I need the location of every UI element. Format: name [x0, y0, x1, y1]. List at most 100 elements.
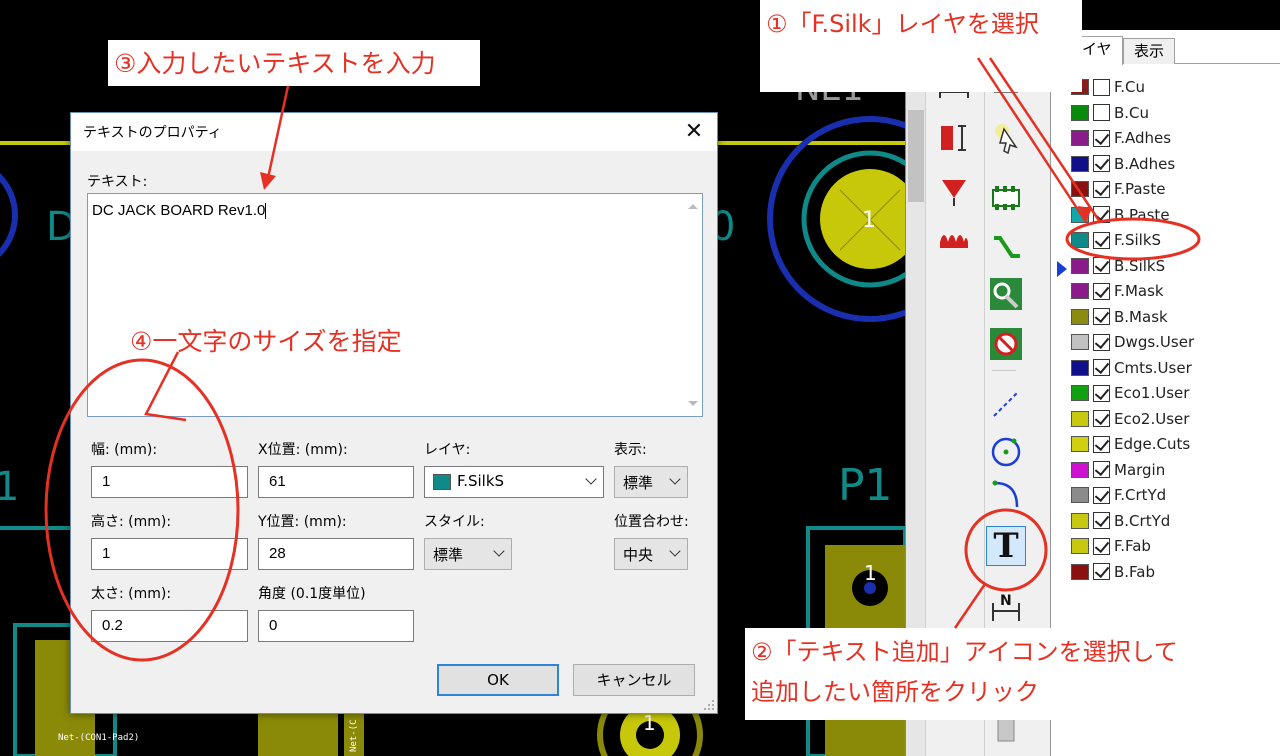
microwave-icon[interactable]	[936, 220, 972, 256]
layer-row[interactable]: B.Cu	[1071, 102, 1271, 124]
layer-visibility-checkbox[interactable]	[1093, 104, 1110, 121]
layer-color-swatch[interactable]	[1071, 283, 1089, 299]
dialog-titlebar[interactable]: テキストのプロパティ ✕	[71, 113, 717, 151]
layer-row[interactable]: Cmts.User	[1071, 357, 1271, 379]
layer-name: B.Cu	[1114, 103, 1150, 122]
layer-row[interactable]: F.CrtYd	[1071, 484, 1271, 506]
layer-visibility-checkbox[interactable]	[1093, 537, 1110, 555]
thickness-label: 太さ: (mm):	[91, 586, 172, 602]
layer-color-swatch[interactable]	[1071, 130, 1089, 146]
layer-visibility-checkbox[interactable]	[1093, 435, 1110, 453]
layer-visibility-checkbox[interactable]	[1093, 486, 1110, 504]
add-via-icon[interactable]	[988, 276, 1024, 312]
layer-color-swatch[interactable]	[1071, 206, 1089, 223]
layer-name: Cmts.User	[1114, 358, 1192, 377]
layer-name: F.Adhes	[1114, 129, 1172, 147]
keepout-zone-icon[interactable]	[988, 326, 1024, 362]
height-input[interactable]: 1	[91, 538, 248, 570]
layer-visibility-checkbox[interactable]	[1093, 78, 1110, 96]
layer-color-swatch[interactable]	[1071, 538, 1089, 554]
layer-color-swatch[interactable]	[1071, 436, 1089, 452]
layer-select[interactable]: F.SilkS	[424, 466, 604, 498]
layer-visibility-checkbox[interactable]	[1093, 384, 1110, 402]
ok-button[interactable]: OK	[437, 664, 559, 696]
highlight-net-icon[interactable]	[988, 120, 1024, 156]
layer-visibility-checkbox[interactable]	[1093, 461, 1110, 478]
layer-row[interactable]: Dwgs.User	[1071, 331, 1271, 353]
layer-color-swatch[interactable]	[1071, 181, 1089, 197]
thickness-input[interactable]: 0.2	[91, 610, 248, 642]
layer-row[interactable]: F.SilkS	[1071, 229, 1271, 251]
layer-row[interactable]: B.CrtYd	[1071, 510, 1271, 532]
resize-grip-icon[interactable]	[703, 699, 715, 711]
layer-visibility-checkbox[interactable]	[1093, 231, 1110, 249]
layer-color-swatch[interactable]	[1071, 385, 1089, 401]
justify-select[interactable]: 中央	[614, 538, 688, 570]
layer-visibility-checkbox[interactable]	[1093, 180, 1110, 198]
layer-name: B.Mask	[1114, 307, 1168, 326]
layer-name: B.Adhes	[1114, 154, 1176, 173]
tab-display[interactable]: 表示	[1123, 38, 1176, 64]
angle-label: 角度 (0.1度単位)	[258, 586, 366, 602]
y-position-input[interactable]: 28	[258, 538, 414, 570]
layer-row[interactable]: Margin	[1071, 459, 1271, 481]
layer-visibility-checkbox[interactable]	[1093, 512, 1110, 529]
angle-input[interactable]: 0	[258, 610, 414, 642]
layer-row[interactable]: F.Fab	[1071, 535, 1271, 557]
add-line-icon[interactable]	[988, 386, 1024, 422]
layer-visibility-checkbox[interactable]	[1093, 155, 1110, 172]
layer-row[interactable]: B.Paste	[1071, 204, 1271, 226]
layer-row[interactable]: Eco1.User	[1071, 382, 1271, 404]
layer-visibility-checkbox[interactable]	[1093, 257, 1110, 274]
layer-visibility-checkbox[interactable]	[1093, 563, 1110, 580]
add-footprint-icon[interactable]	[988, 180, 1024, 216]
add-circle-icon[interactable]	[988, 432, 1024, 468]
add-dimension-icon[interactable]: N	[988, 590, 1024, 626]
height-label: 高さ: (mm):	[91, 514, 172, 530]
layer-row[interactable]: B.SilkS	[1071, 255, 1271, 277]
layer-color-swatch[interactable]	[1071, 308, 1089, 325]
x-position-input[interactable]: 61	[258, 466, 414, 498]
layer-visibility-checkbox[interactable]	[1093, 206, 1110, 223]
layer-visibility-checkbox[interactable]	[1093, 410, 1110, 427]
close-icon[interactable]: ✕	[679, 117, 709, 147]
layer-color-swatch[interactable]	[1071, 410, 1089, 427]
layer-color-swatch[interactable]	[1071, 155, 1089, 172]
text-input[interactable]: DC JACK BOARD Rev1.0	[87, 193, 703, 417]
layer-row[interactable]: Eco2.User	[1071, 408, 1271, 430]
textarea-scrollbar[interactable]	[684, 194, 702, 416]
layer-color-swatch[interactable]	[1071, 512, 1089, 529]
layer-row[interactable]: F.Paste	[1071, 178, 1271, 200]
add-text-icon[interactable]: T	[986, 526, 1026, 566]
footprint-icon[interactable]	[936, 120, 972, 156]
layer-row[interactable]: B.Adhes	[1071, 153, 1271, 175]
x-position-label: X位置: (mm):	[258, 442, 348, 458]
layer-row[interactable]: B.Fab	[1071, 561, 1271, 583]
layer-name: B.Paste	[1114, 205, 1170, 224]
layer-color-swatch[interactable]	[1071, 334, 1089, 350]
layer-row[interactable]: F.Mask	[1071, 280, 1271, 302]
layer-visibility-checkbox[interactable]	[1093, 308, 1110, 325]
layer-visibility-checkbox[interactable]	[1093, 282, 1110, 300]
layer-color-swatch[interactable]	[1071, 461, 1089, 478]
layer-row[interactable]: F.Cu	[1071, 76, 1271, 98]
display-select[interactable]: 標準	[614, 466, 688, 498]
layer-row[interactable]: B.Mask	[1071, 306, 1271, 328]
style-select[interactable]: 標準	[424, 538, 512, 570]
cancel-button[interactable]: キャンセル	[573, 664, 695, 696]
add-arc-icon[interactable]	[988, 476, 1024, 512]
layer-row[interactable]: F.Adhes	[1071, 127, 1271, 149]
layer-color-swatch[interactable]	[1071, 487, 1089, 503]
layer-color-swatch[interactable]	[1071, 104, 1089, 121]
pad-shape-icon[interactable]	[936, 174, 972, 210]
layer-visibility-checkbox[interactable]	[1093, 333, 1110, 351]
layer-color-swatch[interactable]	[1071, 232, 1089, 248]
layer-visibility-checkbox[interactable]	[1093, 129, 1110, 147]
layer-row[interactable]: Edge.Cuts	[1071, 433, 1271, 455]
layer-color-swatch[interactable]	[1071, 257, 1089, 274]
layer-color-swatch[interactable]	[1071, 563, 1089, 580]
layer-color-swatch[interactable]	[1071, 359, 1089, 376]
route-track-icon[interactable]	[988, 230, 1024, 266]
width-input[interactable]: 1	[91, 466, 248, 498]
layer-visibility-checkbox[interactable]	[1093, 359, 1110, 376]
